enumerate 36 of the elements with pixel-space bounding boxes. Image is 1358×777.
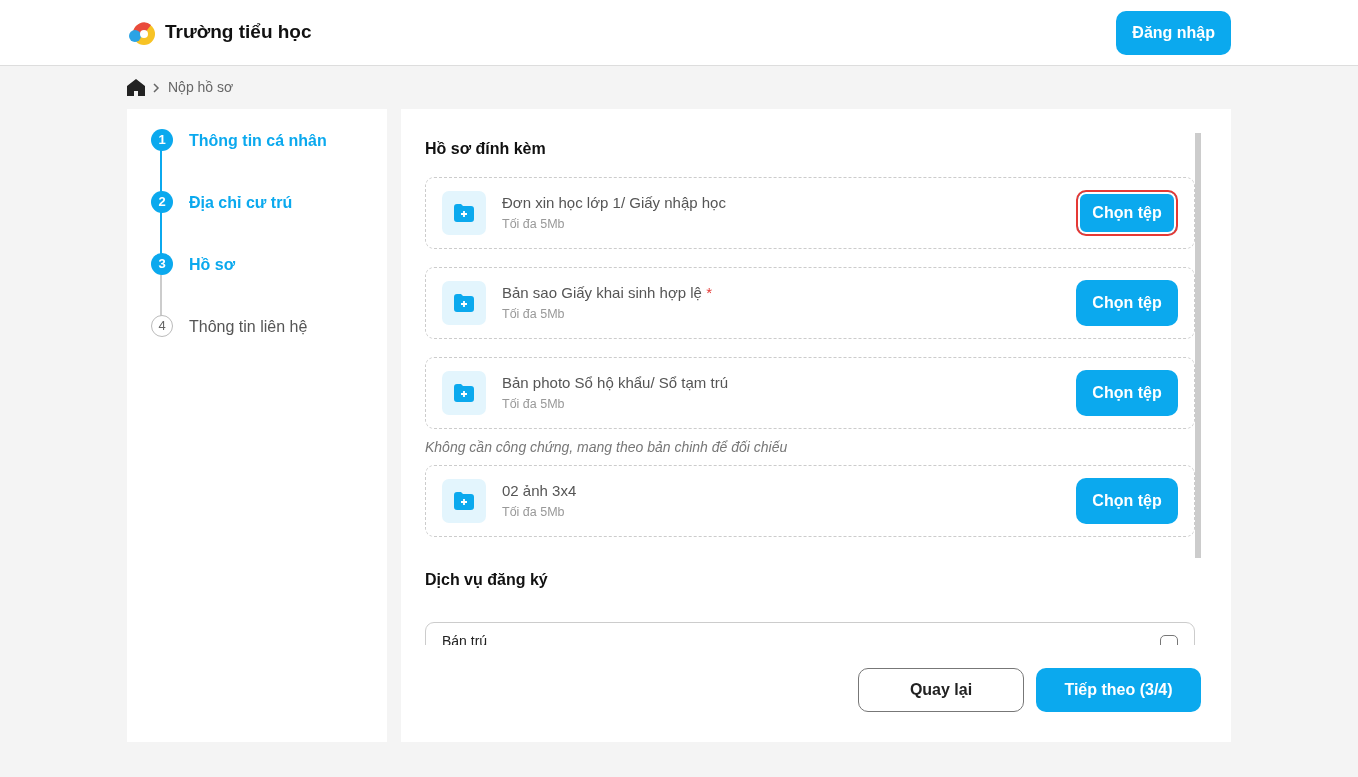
file-hint: Tối đa 5Mb xyxy=(502,305,566,323)
choose-file-button[interactable]: Chọn tệp xyxy=(1076,190,1178,236)
choose-file-button[interactable]: Chọn tệp xyxy=(1076,478,1178,524)
file-hint: Tối đa 5Mb xyxy=(502,215,566,233)
section-title: Dịch vụ đăng ký xyxy=(425,570,549,590)
scrollbar[interactable] xyxy=(1195,133,1201,558)
choose-file-button[interactable]: Chọn tệp xyxy=(1076,370,1178,416)
upload-icon[interactable] xyxy=(442,191,486,235)
file-hint: Tối đa 5Mb xyxy=(502,395,566,413)
upload-icon[interactable] xyxy=(442,281,486,325)
school-name: Trường tiểu học xyxy=(165,20,312,45)
step-label[interactable]: Hồ sơ xyxy=(189,253,236,277)
step-number: 2 xyxy=(151,191,173,213)
upload-icon[interactable] xyxy=(442,479,486,523)
file-label: Đơn xin học lớp 1/ Giấy nhập học xyxy=(502,193,727,214)
required-mark: * xyxy=(706,284,712,302)
step-label[interactable]: Thông tin cá nhân xyxy=(189,129,327,153)
file-label: Bản photo Sổ hộ khẩu/ Sổ tạm trú xyxy=(502,373,729,394)
section-title: Hồ sơ đính kèm xyxy=(425,139,547,159)
next-button[interactable]: Tiếp theo (3/4) xyxy=(1036,668,1201,712)
file-label: 02 ảnh 3x4 xyxy=(502,481,578,502)
choose-file-button[interactable]: Chọn tệp xyxy=(1076,280,1178,326)
breadcrumb-item: Nộp hồ sơ xyxy=(168,78,234,97)
step-number: 4 xyxy=(151,315,173,337)
login-button[interactable]: Đăng nhập xyxy=(1116,10,1231,55)
file-label: Bản sao Giấy khai sinh hợp lệ * xyxy=(502,283,713,304)
chevron-icon xyxy=(153,82,160,93)
step-number: 3 xyxy=(151,253,173,275)
step-label[interactable]: Thông tin liên hệ xyxy=(189,315,308,339)
upload-icon[interactable] xyxy=(442,371,486,415)
home-icon[interactable] xyxy=(127,79,145,96)
step-number: 1 xyxy=(151,129,173,151)
step-label[interactable]: Địa chỉ cư trú xyxy=(189,191,293,215)
note-text: Không cần công chứng, mang theo bản chinh để đối chiếu xyxy=(425,438,789,457)
back-button[interactable]: Quay lại xyxy=(858,668,1024,712)
file-hint: Tối đa 5Mb xyxy=(502,503,566,521)
